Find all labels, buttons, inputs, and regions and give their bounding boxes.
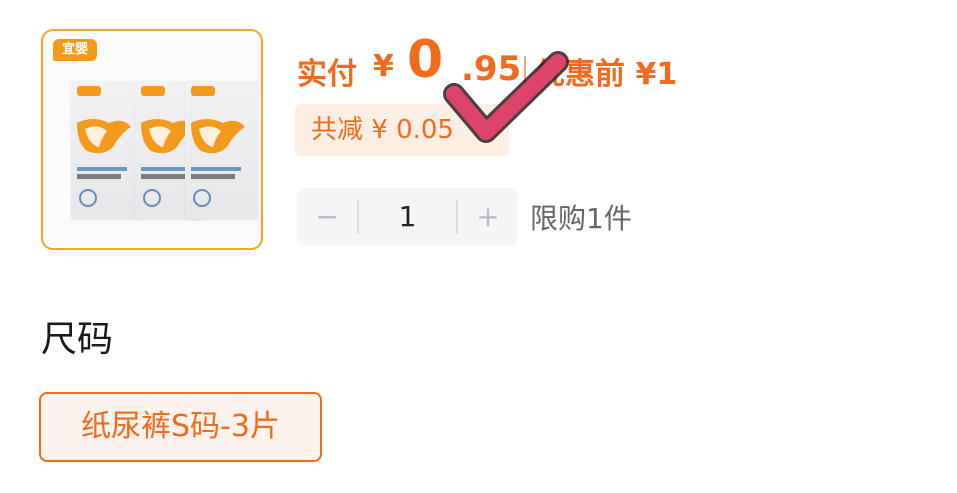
currency-symbol: ¥: [373, 49, 394, 84]
quantity-value[interactable]: 1: [359, 188, 456, 246]
brand-badge: 宜婴: [53, 39, 97, 61]
purchase-limit: 限购1件: [530, 202, 632, 235]
diaper-pack-image: [71, 81, 144, 219]
checkmark-icon: [443, 51, 569, 143]
increase-button[interactable]: +: [458, 188, 518, 246]
discount-label: 共减 ¥ 0.05: [311, 115, 454, 145]
size-section-title: 尺码: [41, 319, 114, 360]
diaper-pack-image: [185, 81, 258, 219]
quantity-stepper: − 1 +: [297, 188, 518, 246]
decrease-button[interactable]: −: [297, 188, 357, 246]
paid-label: 实付: [297, 57, 357, 92]
product-image[interactable]: 宜婴: [41, 29, 263, 250]
size-option-s-3pcs[interactable]: 纸尿裤S码-3片: [39, 392, 322, 462]
price-integer: 0: [407, 30, 444, 90]
